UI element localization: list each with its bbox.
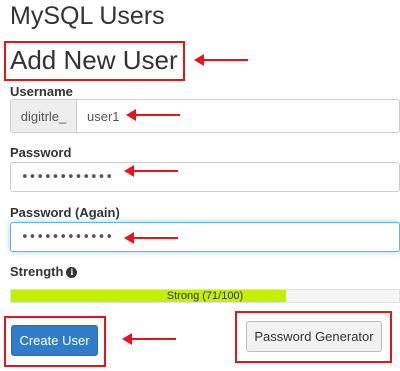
create-user-button[interactable]: Create User bbox=[11, 325, 98, 356]
strength-meter: Strong (71/100) bbox=[10, 289, 400, 303]
page-title: MySQL Users bbox=[10, 2, 165, 30]
red-arrow-icon bbox=[194, 54, 248, 66]
password-label: Password bbox=[10, 145, 72, 160]
username-prefix: digitrle_ bbox=[11, 100, 77, 132]
section-title: Add New User bbox=[10, 45, 178, 75]
username-input-group: digitrle_ bbox=[10, 99, 400, 133]
username-label: Username bbox=[10, 84, 73, 99]
red-arrow-icon bbox=[122, 333, 176, 345]
info-circle-icon[interactable]: i bbox=[66, 266, 78, 278]
red-arrow-icon bbox=[126, 109, 180, 121]
red-arrow-icon bbox=[124, 165, 178, 177]
password-again-input[interactable] bbox=[10, 222, 400, 252]
strength-label-text: Strength bbox=[10, 264, 64, 279]
password-generator-button[interactable]: Password Generator bbox=[246, 321, 382, 352]
strength-meter-text: Strong (71/100) bbox=[166, 290, 244, 302]
password-again-label: Password (Again) bbox=[10, 205, 120, 220]
red-arrow-icon bbox=[124, 232, 178, 244]
password-input[interactable] bbox=[10, 162, 400, 192]
strength-label: Strength i bbox=[10, 264, 78, 279]
